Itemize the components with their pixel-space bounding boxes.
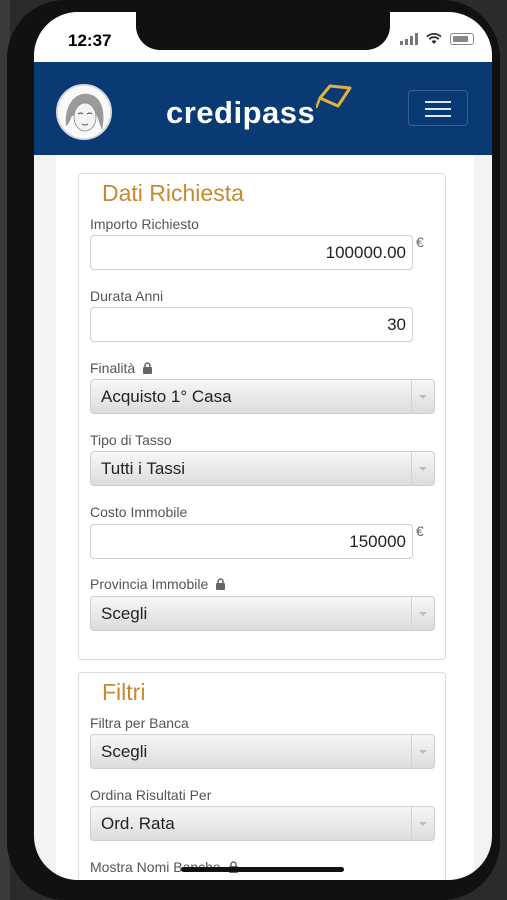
battery-icon	[450, 33, 474, 45]
menu-line-icon	[425, 108, 451, 110]
chevron-down-icon	[411, 380, 434, 413]
finalita-label: Finalità	[90, 360, 136, 376]
panel-dati-richiesta: Dati Richiesta Importo Richiesto 100000.…	[78, 173, 446, 660]
status-time: 12:37	[68, 31, 112, 50]
tasso-select[interactable]: Tutti i Tassi	[90, 451, 435, 486]
section-title: Filtri	[102, 679, 146, 705]
phone-frame: 12:37 credipass Dati Richiesta Importo R…	[7, 0, 500, 900]
notch	[136, 12, 390, 50]
costo-label: Costo Immobile	[90, 504, 188, 520]
menu-button[interactable]	[408, 90, 468, 126]
banca-value: Scegli	[101, 742, 148, 761]
ordina-label: Ordina Risultati Per	[90, 787, 212, 803]
importo-input[interactable]: 100000.00	[90, 235, 413, 270]
signal-icon	[400, 33, 418, 45]
importo-label: Importo Richiesto	[90, 216, 199, 232]
tasso-label: Tipo di Tasso	[90, 432, 172, 448]
durata-label: Durata Anni	[90, 288, 164, 304]
panel-filtri: Filtri Filtra per Banca Scegli Ordina Ri…	[78, 672, 446, 880]
screen: 12:37 credipass Dati Richiesta Importo R…	[34, 12, 492, 880]
ordina-value: Ord. Rata	[101, 814, 175, 833]
home-indicator[interactable]	[181, 867, 344, 872]
banca-label: Filtra per Banca	[90, 715, 189, 731]
status-bar: 12:37	[34, 12, 492, 62]
lock-icon	[143, 362, 153, 374]
section-title: Dati Richiesta	[102, 180, 244, 206]
provincia-select[interactable]: Scegli	[90, 596, 435, 631]
brand-logo-text: credipass	[166, 95, 316, 130]
chevron-down-icon	[411, 735, 434, 768]
ordina-select[interactable]: Ord. Rata	[90, 806, 435, 841]
user-avatar[interactable]	[56, 84, 112, 140]
menu-line-icon	[425, 101, 451, 103]
brand-kite-icon	[316, 84, 352, 109]
chevron-down-icon	[411, 807, 434, 840]
menu-line-icon	[425, 115, 451, 117]
durata-input[interactable]: 30	[90, 307, 413, 342]
finalita-label-row: Finalità	[90, 360, 153, 376]
finalita-select[interactable]: Acquisto 1° Casa	[90, 379, 435, 414]
status-icons	[400, 33, 474, 45]
wifi-icon	[426, 33, 442, 44]
chevron-down-icon	[411, 597, 434, 630]
lock-icon	[216, 578, 226, 590]
costo-input[interactable]: 150000	[90, 524, 413, 559]
banca-select[interactable]: Scegli	[90, 734, 435, 769]
tasso-value: Tutti i Tassi	[101, 459, 186, 478]
finalita-value: Acquisto 1° Casa	[101, 387, 232, 406]
provincia-label: Provincia Immobile	[90, 576, 209, 592]
provincia-label-row: Provincia Immobile	[90, 576, 226, 592]
chevron-down-icon	[411, 452, 434, 485]
provincia-value: Scegli	[101, 604, 148, 623]
currency-euro: €	[416, 523, 424, 539]
content-column: Dati Richiesta Importo Richiesto 100000.…	[56, 155, 474, 880]
avatar-face-icon	[58, 86, 110, 138]
app-header: credipass	[34, 62, 492, 155]
currency-euro: €	[416, 234, 424, 250]
